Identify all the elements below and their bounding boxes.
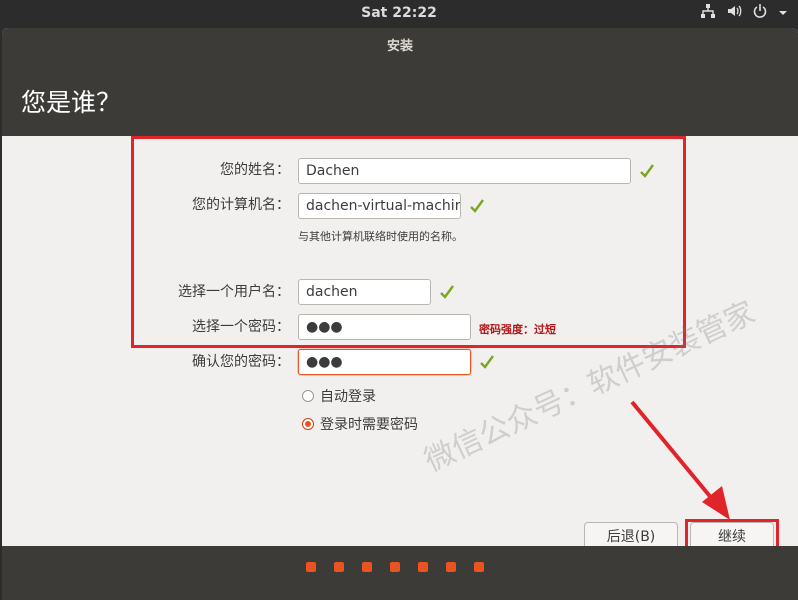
computer-name-field[interactable]: dachen-virtual-machine [298,193,461,219]
confirm-password-label: 确认您的密码： [192,354,290,370]
network-icon[interactable] [700,3,716,25]
password-field[interactable]: ●●● [298,314,471,340]
progress-dot [418,562,428,572]
clock[interactable]: Sat 22:22 [0,5,798,21]
username-label: 选择一个用户名： [178,284,290,300]
volume-icon[interactable] [726,3,742,25]
check-icon [640,164,654,178]
installer-window: 安装 您是谁？ 您的姓名： Dachen 您的计算机名： dachen-virt… [2,28,798,600]
confirm-password-field[interactable]: ●●● [298,349,471,375]
window-header: 安装 您是谁？ [2,28,798,136]
name-field[interactable]: Dachen [298,158,631,184]
progress-dots [306,562,484,572]
check-icon [480,355,494,369]
auto-login-radio[interactable] [302,390,314,402]
name-label: 您的姓名： [220,162,290,178]
page-title: 您是谁？ [21,88,122,117]
progress-footer [2,546,798,600]
auto-login-option[interactable]: 自动登录 [302,386,376,406]
top-panel: Sat 22:22 [0,0,798,28]
progress-dot [446,562,456,572]
window-title: 安装 [386,39,413,54]
password-label: 选择一个密码： [192,319,290,335]
auto-login-label: 自动登录 [320,389,376,405]
check-icon [440,285,454,299]
progress-dot [306,562,316,572]
check-icon [470,199,484,213]
computer-name-hint: 与其他计算机联络时使用的名称。 [298,230,463,243]
password-strength: 密码强度：过短 [479,323,556,336]
username-field[interactable]: dachen [298,279,431,305]
power-icon[interactable] [752,3,768,25]
system-tray [700,4,788,24]
require-password-label: 登录时需要密码 [320,417,418,433]
progress-dot [362,562,372,572]
require-password-option[interactable]: 登录时需要密码 [302,414,418,434]
annotation-arrow [630,400,730,520]
progress-dot [334,562,344,572]
computer-name-label: 您的计算机名： [192,197,290,213]
progress-dot [474,562,484,572]
require-password-radio[interactable] [302,418,314,430]
progress-dot [390,562,400,572]
chevron-down-icon[interactable] [778,4,788,24]
